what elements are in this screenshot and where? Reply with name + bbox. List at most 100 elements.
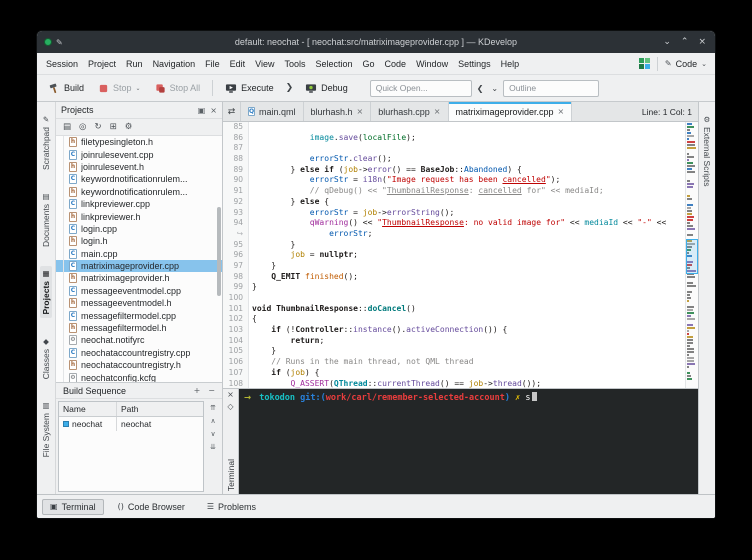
toolbar-overflow-icon[interactable]: ❯: [282, 83, 298, 93]
tab-close-icon[interactable]: ×: [434, 107, 441, 116]
code-line[interactable]: 85: [223, 122, 685, 133]
execute-button[interactable]: Execute: [219, 81, 280, 96]
tree-item[interactable]: Cneochataccountregistry.cpp: [56, 347, 222, 359]
stop-button[interactable]: Stop ⌄: [92, 81, 147, 96]
tab-close-icon[interactable]: ×: [357, 107, 364, 116]
build-sequence-row[interactable]: neochatneochat: [59, 417, 203, 431]
tree-item[interactable]: ⚙neochat.notifyrc: [56, 334, 222, 346]
code-line[interactable]: 102{: [223, 314, 685, 325]
tree-item[interactable]: Clinkpreviewer.cpp: [56, 198, 222, 210]
tree-item[interactable]: Cjoinrulesevent.cpp: [56, 148, 222, 160]
menu-settings[interactable]: Settings: [453, 53, 496, 74]
code-line[interactable]: 108 Q_ASSERT(QThread::currentThread() ==…: [223, 379, 685, 389]
column-header-path[interactable]: Path: [117, 402, 143, 416]
editor-tab-matriximageprovider-cpp[interactable]: matriximageprovider.cpp×: [449, 102, 573, 121]
code-line[interactable]: 104 return;: [223, 336, 685, 347]
sidebar-tab-scratchpad[interactable]: ✎Scratchpad: [40, 112, 52, 173]
code-line[interactable]: 107 if (job) {: [223, 368, 685, 379]
editor-tab-blurhash-cpp[interactable]: blurhash.cpp×: [371, 102, 448, 121]
perspective-switcher[interactable]: ✎ Code ⌄: [665, 59, 707, 69]
tree-item[interactable]: hneochataccountregistry.h: [56, 359, 222, 371]
tree-item[interactable]: Cmain.cpp: [56, 248, 222, 260]
sidebar-tab-projects[interactable]: ▦Projects: [40, 266, 52, 318]
code-line[interactable]: 86 image.save(localFile);: [223, 133, 685, 144]
menu-run[interactable]: Run: [121, 53, 148, 74]
code-line[interactable]: 92 } else {: [223, 197, 685, 208]
panel-close-button[interactable]: ×: [210, 106, 217, 115]
menu-edit[interactable]: Edit: [225, 53, 251, 74]
build-items-icon[interactable]: ⊞: [110, 122, 117, 132]
statusbar-terminal-button[interactable]: ▣Terminal: [42, 499, 104, 515]
menu-navigation[interactable]: Navigation: [148, 53, 201, 74]
tree-item[interactable]: hlogin.h: [56, 235, 222, 247]
tree-item[interactable]: Clogin.cpp: [56, 223, 222, 235]
minimize-button[interactable]: ⌄: [663, 38, 671, 47]
locate-document-icon[interactable]: ◎: [79, 122, 86, 132]
code-line[interactable]: 87: [223, 143, 685, 154]
quick-open-input[interactable]: [370, 80, 472, 97]
activities-icon[interactable]: [639, 58, 650, 69]
menu-help[interactable]: Help: [496, 53, 525, 74]
tree-item[interactable]: hkeywordnotificationrulem...: [56, 186, 222, 198]
tree-item[interactable]: hjoinrulesevent.h: [56, 161, 222, 173]
code-editor[interactable]: 8586 image.save(localFile);8788 errorStr…: [223, 122, 698, 388]
debug-button[interactable]: Debug: [299, 81, 354, 96]
outline-dropdown-button[interactable]: ⌄: [488, 83, 501, 94]
tree-item[interactable]: Ckeywordnotificationrulem...: [56, 173, 222, 185]
document-switcher-button[interactable]: ⇄: [223, 102, 241, 121]
code-line[interactable]: 105 }: [223, 346, 685, 357]
tree-item[interactable]: Cmessageeventmodel.cpp: [56, 285, 222, 297]
minimap-view-rect[interactable]: [686, 239, 698, 274]
outline-input[interactable]: [503, 80, 599, 97]
close-button[interactable]: ×: [698, 38, 706, 47]
code-line[interactable]: 103 if (!Controller::instance().activeCo…: [223, 325, 685, 336]
code-line[interactable]: 99}: [223, 282, 685, 293]
tree-scrollbar[interactable]: [217, 207, 221, 296]
tree-item[interactable]: hmessagefiltermodel.h: [56, 322, 222, 334]
remove-build-item-button[interactable]: −: [208, 386, 215, 395]
code-line[interactable]: 90 errorStr = i18n("Image request has be…: [223, 175, 685, 186]
menu-window[interactable]: Window: [411, 53, 453, 74]
sidebar-tab-external-scripts[interactable]: ⚙External Scripts: [701, 112, 713, 190]
code-line[interactable]: 91 // qDebug() << "ThumbnailResponse: ca…: [223, 186, 685, 197]
column-header-name[interactable]: Name: [59, 402, 117, 416]
terminal-detach-button[interactable]: ◇: [227, 403, 233, 411]
code-line[interactable]: 106 // Runs in the main thread, not QML …: [223, 357, 685, 368]
code-line[interactable]: 95 }: [223, 240, 685, 251]
code-line[interactable]: 93 errorStr = job->errorString();: [223, 208, 685, 219]
sidebar-tab-documents[interactable]: ▤Documents: [40, 189, 52, 250]
editor-tab-main-qml[interactable]: Qmain.qml: [241, 102, 304, 121]
move-down-button[interactable]: ∨: [210, 430, 215, 438]
code-line[interactable]: 94 qWarning() << "ThumbnailResponse: no …: [223, 218, 685, 229]
project-overview-icon[interactable]: ▤: [63, 122, 71, 132]
panel-float-button[interactable]: ▣: [198, 106, 206, 115]
statusbar-code-browser-button[interactable]: ()Code Browser: [110, 499, 193, 515]
project-settings-icon[interactable]: ⚙: [125, 122, 133, 132]
add-build-item-button[interactable]: +: [194, 386, 201, 395]
code-line[interactable]: ↪ errorStr;: [223, 229, 685, 240]
tab-close-icon[interactable]: ×: [558, 107, 565, 116]
editor-tab-blurhash-h[interactable]: blurhash.h×: [304, 102, 372, 121]
terminal-close-button[interactable]: ×: [227, 391, 234, 399]
tree-item[interactable]: hfiletypesingleton.h: [56, 136, 222, 148]
menu-go[interactable]: Go: [358, 53, 380, 74]
tree-item[interactable]: ⚙neochatconfig.kcfg: [56, 371, 222, 382]
previous-item-button[interactable]: ❮: [474, 83, 487, 94]
stop-all-button[interactable]: Stop All: [149, 81, 207, 96]
sidebar-tab-file-system[interactable]: ▥File System: [40, 398, 52, 460]
terminal-prompt-line[interactable]: → tokodon git:(work/carl/remember-select…: [244, 392, 693, 403]
code-line[interactable]: 88 errorStr.clear();: [223, 154, 685, 165]
tree-item[interactable]: Cmatriximageprovider.cpp: [56, 260, 222, 272]
reload-project-icon[interactable]: ↻: [94, 122, 101, 132]
code-area[interactable]: 8586 image.save(localFile);8788 errorStr…: [223, 122, 685, 388]
minimap-scrollbar[interactable]: [685, 122, 698, 388]
move-up-button[interactable]: ∧: [210, 417, 215, 425]
code-line[interactable]: 101void ThumbnailResponse::doCancel(): [223, 304, 685, 315]
menu-session[interactable]: Session: [41, 53, 83, 74]
menu-selection[interactable]: Selection: [311, 53, 358, 74]
menu-project[interactable]: Project: [83, 53, 121, 74]
menu-file[interactable]: File: [200, 53, 225, 74]
menu-code[interactable]: Code: [380, 53, 412, 74]
code-line[interactable]: 97 }: [223, 261, 685, 272]
maximize-button[interactable]: ⌃: [681, 38, 689, 47]
